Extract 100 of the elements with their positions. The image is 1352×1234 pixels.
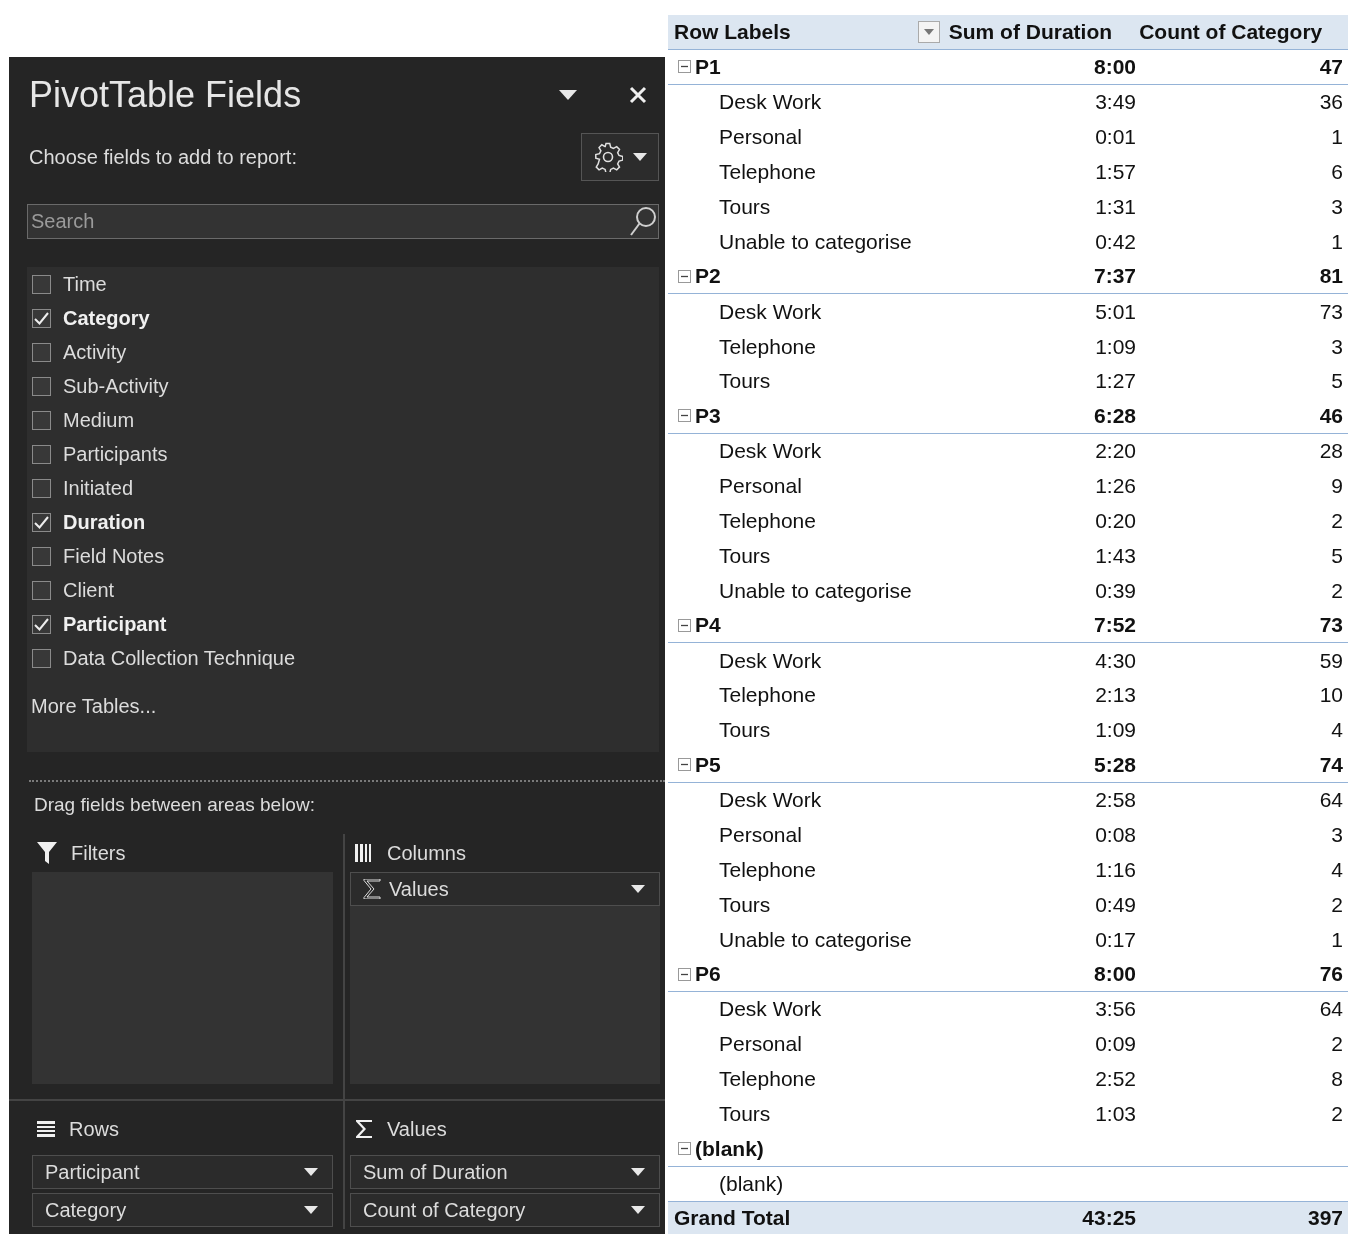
collapse-icon[interactable] — [678, 60, 691, 74]
table-cell: 1:16 — [1095, 857, 1136, 881]
table-cell: 9 — [1331, 474, 1343, 498]
settings-button[interactable] — [581, 133, 659, 181]
table-cell: 8:00 — [1093, 962, 1136, 986]
checkmark-icon — [34, 617, 49, 631]
area-field-chip[interactable]: Count of Category — [350, 1193, 660, 1227]
row-label: Telephone — [719, 334, 816, 359]
row-label: Tours — [719, 718, 771, 743]
caret-icon — [631, 1206, 645, 1214]
group-label: P6 — [695, 962, 721, 987]
field-label[interactable]: Initiated — [63, 476, 134, 500]
field-label[interactable]: Participants — [63, 442, 168, 466]
table-cell: 1:03 — [1095, 1102, 1136, 1126]
filter-dropdown-button[interactable] — [917, 21, 940, 43]
checkbox[interactable] — [32, 546, 51, 566]
checkbox[interactable] — [32, 478, 51, 498]
more-tables-link[interactable]: More Tables... — [31, 695, 157, 718]
drop-area[interactable]: Values — [350, 872, 660, 1084]
area-label: Columns — [387, 841, 466, 865]
row-label: Desk Work — [719, 439, 822, 464]
row-label: Desk Work — [719, 788, 822, 813]
table-cell: 397 — [1307, 1206, 1343, 1230]
row-label: Telephone — [719, 683, 816, 708]
caret-icon — [559, 89, 577, 100]
area-field-chip[interactable]: Category — [32, 1193, 333, 1227]
checkbox[interactable] — [32, 308, 51, 328]
row-label: Tours — [719, 369, 771, 394]
collapse-icon[interactable] — [678, 618, 691, 632]
field-label[interactable]: Medium — [63, 408, 135, 432]
field-label[interactable]: Participant — [63, 612, 167, 636]
row-label: Telephone — [719, 1067, 816, 1092]
checkbox[interactable] — [32, 512, 51, 532]
table-cell: 3:49 — [1095, 90, 1136, 114]
caret-icon — [923, 29, 934, 35]
checkmark-icon — [34, 311, 49, 325]
group-label: P1 — [695, 54, 721, 79]
area-field-chip[interactable]: Participant — [32, 1155, 333, 1189]
table-cell: 2:13 — [1095, 683, 1136, 707]
row-label: Tours — [719, 892, 771, 917]
collapse-icon[interactable] — [678, 269, 691, 283]
checkbox[interactable] — [32, 274, 51, 294]
field-label[interactable]: Activity — [63, 340, 127, 364]
table-cell: 46 — [1319, 403, 1343, 427]
table-cell: 7:52 — [1093, 613, 1136, 637]
table-cell: 76 — [1319, 962, 1343, 986]
table-cell: 1:57 — [1095, 160, 1136, 184]
table-cell: 64 — [1319, 997, 1343, 1021]
checkbox[interactable] — [32, 648, 51, 668]
field-label[interactable]: Sub-Activity — [63, 374, 169, 398]
table-cell: 28 — [1319, 439, 1343, 463]
field-label[interactable]: Time — [63, 272, 107, 296]
table-cell: 5 — [1331, 369, 1343, 393]
close-icon — [629, 85, 647, 104]
table-cell: 2:20 — [1095, 439, 1136, 463]
table-cell: 0:01 — [1095, 125, 1136, 149]
table-cell: 74 — [1319, 752, 1343, 776]
checkbox[interactable] — [32, 410, 51, 430]
table-cell: 73 — [1319, 613, 1343, 637]
field-label[interactable]: Category — [63, 306, 150, 330]
table-cell: 73 — [1319, 299, 1343, 323]
field-label[interactable]: Duration — [63, 510, 146, 534]
checkbox[interactable] — [32, 444, 51, 464]
table-cell: 5:28 — [1093, 752, 1136, 776]
checkbox[interactable] — [32, 580, 51, 600]
rows-icon — [37, 1120, 55, 1138]
table-cell: 7:37 — [1093, 264, 1136, 288]
table-cell: 59 — [1319, 648, 1343, 672]
row-label: Telephone — [719, 509, 816, 533]
collapse-icon[interactable] — [678, 1142, 691, 1156]
search-field[interactable]: Search — [27, 204, 659, 239]
row-label: Personal — [719, 823, 802, 848]
collapse-icon[interactable] — [678, 967, 691, 981]
checkbox[interactable] — [32, 376, 51, 396]
checkbox[interactable] — [32, 342, 51, 362]
row-label: Personal — [719, 125, 802, 150]
checkbox[interactable] — [32, 614, 51, 634]
field-label[interactable]: Field Notes — [63, 544, 165, 568]
field-label[interactable]: Data Collection Technique — [63, 646, 295, 670]
table-cell: 6:28 — [1093, 403, 1136, 427]
table-cell: 36 — [1319, 90, 1343, 114]
group-label: P3 — [695, 403, 721, 428]
filter-icon — [37, 842, 57, 864]
area-field-chip[interactable]: Values — [350, 872, 660, 906]
group-label: P2 — [695, 264, 721, 289]
table-cell: 1:09 — [1095, 334, 1136, 358]
table-cell: 8:00 — [1093, 54, 1136, 78]
row-label: Unable to categorise — [719, 927, 912, 952]
table-cell: 1 — [1331, 125, 1343, 149]
table-cell: 1 — [1331, 927, 1343, 951]
table-cell: 3 — [1331, 334, 1343, 358]
collapse-icon[interactable] — [678, 758, 691, 772]
caret-icon — [304, 1168, 318, 1176]
area-field-chip[interactable]: Sum of Duration — [350, 1155, 660, 1189]
field-label[interactable]: Client — [63, 578, 115, 602]
columns-icon — [355, 844, 373, 862]
collapse-icon[interactable] — [678, 409, 691, 423]
sigma-icon — [363, 879, 381, 899]
table-cell: 0:09 — [1095, 1032, 1136, 1056]
caret-icon — [631, 885, 645, 893]
